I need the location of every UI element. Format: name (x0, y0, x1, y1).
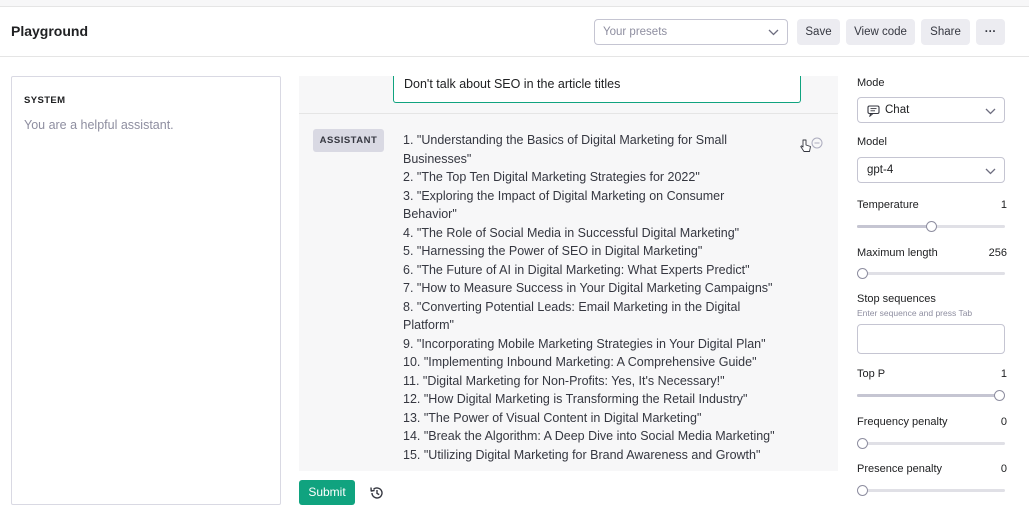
submit-button[interactable]: Submit (299, 480, 355, 505)
slider-thumb[interactable] (994, 390, 1005, 401)
message-line: 11. "Digital Marketing for Non-Profits: … (403, 373, 725, 388)
presence-penalty-label: Presence penalty (857, 463, 942, 475)
system-label: SYSTEM (24, 95, 66, 106)
message-line: 9. "Incorporating Mobile Marketing Strat… (403, 336, 766, 351)
presence-penalty-value[interactable]: 0 (1001, 463, 1007, 475)
message-line: 8. "Converting Potential Leads: Email Ma… (403, 299, 741, 314)
temperature-label: Temperature (857, 199, 919, 211)
message-line: 14. "Break the Algorithm: A Deep Dive in… (403, 429, 775, 443)
message-line: 6. "The Future of AI in Digital Marketin… (403, 262, 750, 277)
maximum-length-value[interactable]: 256 (989, 247, 1007, 259)
message-line: 10. "Implementing Inbound Marketing: A C… (403, 355, 757, 369)
slider-thumb[interactable] (857, 268, 868, 279)
model-value: gpt-4 (867, 164, 894, 176)
chevron-down-icon (985, 106, 996, 118)
slider-thumb[interactable] (857, 485, 868, 496)
model-label: Model (857, 136, 887, 148)
slider-thumb[interactable] (857, 438, 868, 449)
assistant-role-button[interactable]: ASSISTANT (313, 129, 384, 152)
user-message-input[interactable]: Don't talk about SEO in the article titl… (393, 76, 801, 103)
stop-sequences-hint: Enter sequence and press Tab (857, 308, 973, 318)
message-line: Platform" (403, 318, 454, 332)
minus-circle-icon[interactable] (811, 136, 823, 154)
presets-placeholder: Your presets (603, 26, 668, 38)
message-line: 15. "Utilizing Digital Marketing for Bra… (403, 447, 761, 462)
message-line: Businesses" (403, 151, 472, 166)
hand-pointer-icon (800, 139, 812, 158)
maximum-length-label: Maximum length (857, 247, 938, 259)
system-panel[interactable]: SYSTEM You are a helpful assistant. (11, 76, 281, 505)
message-divider (299, 113, 838, 114)
message-line: 12. "How Digital Marketing is Transformi… (403, 392, 748, 406)
chat-area: Don't talk about SEO in the article titl… (299, 76, 838, 471)
mode-value: Chat (885, 104, 910, 116)
message-line: 1. "Understanding the Basics of Digital … (403, 133, 728, 147)
message-line: 4. "The Role of Social Media in Successf… (403, 225, 740, 240)
top-p-label: Top P (857, 368, 886, 380)
message-line: Behavior" (403, 207, 457, 221)
model-select[interactable]: gpt-4 (857, 157, 1005, 183)
frequency-penalty-value[interactable]: 0 (1001, 416, 1007, 428)
message-line: 2. "The Top Ten Digital Marketing Strate… (403, 170, 700, 184)
frequency-penalty-label: Frequency penalty (857, 416, 948, 428)
frequency-penalty-slider[interactable] (857, 438, 1005, 449)
assistant-message[interactable]: 1. "Understanding the Basics of Digital … (403, 131, 798, 464)
temperature-slider[interactable] (857, 221, 1005, 232)
mode-label: Mode (857, 77, 885, 89)
chat-bubble-icon (867, 105, 880, 120)
message-line: 13. "The Power of Visual Content in Digi… (403, 410, 702, 425)
message-line: 3. "Exploring the Impact of Digital Mark… (403, 188, 725, 203)
chevron-down-icon (985, 166, 996, 178)
mode-select[interactable]: Chat (857, 97, 1005, 123)
top-p-slider[interactable] (857, 390, 1005, 401)
slider-thumb[interactable] (925, 221, 937, 232)
slider-fill (857, 394, 1005, 397)
stop-sequences-input[interactable] (857, 324, 1005, 354)
user-message-text: Don't talk about SEO in the article titl… (404, 77, 621, 91)
presets-select[interactable]: Your presets (594, 19, 788, 45)
message-line: 7. "How to Measure Success in Your Digit… (403, 281, 773, 295)
history-icon[interactable] (369, 485, 385, 506)
slider-fill (857, 225, 931, 228)
maximum-length-slider[interactable] (857, 268, 1005, 279)
save-button[interactable]: Save (797, 19, 840, 45)
top-p-value[interactable]: 1 (1001, 368, 1007, 380)
stop-sequences-label: Stop sequences (857, 293, 936, 305)
presence-penalty-slider[interactable] (857, 485, 1005, 496)
page-title: Playground (11, 23, 89, 39)
temperature-value[interactable]: 1 (1001, 199, 1007, 211)
chevron-down-icon (768, 27, 779, 39)
system-input[interactable]: You are a helpful assistant. (24, 118, 174, 132)
message-line: 5. "Harnessing the Power of SEO in Digit… (403, 244, 703, 258)
settings-sidebar: Mode Chat Model gpt-4 Temperature 1 Maxi… (857, 0, 1007, 517)
